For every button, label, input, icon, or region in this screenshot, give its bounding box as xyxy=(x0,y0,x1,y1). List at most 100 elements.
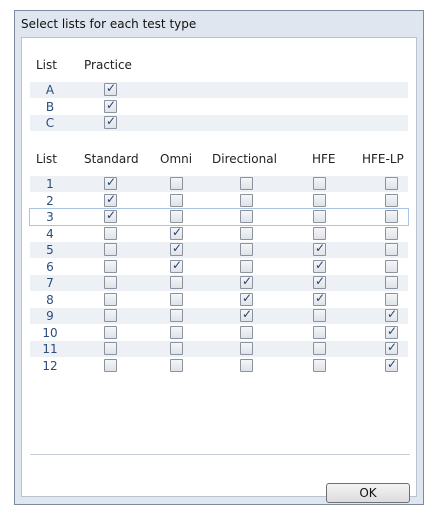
table-row[interactable]: 7 xyxy=(30,274,408,291)
tests-header-hfe-lp: HFE-LP xyxy=(362,152,404,166)
hfe-checkbox[interactable] xyxy=(313,258,326,273)
directional-checkbox[interactable] xyxy=(240,325,253,339)
omni-checkbox[interactable] xyxy=(170,177,183,190)
hfe-lp-checkbox[interactable] xyxy=(385,276,398,289)
hfe-checkbox[interactable] xyxy=(313,193,326,207)
hfe-checkbox[interactable] xyxy=(313,177,326,190)
table-row[interactable]: 3 xyxy=(29,208,409,226)
hfe-checkbox[interactable] xyxy=(313,358,326,372)
table-row[interactable]: 8 xyxy=(30,291,408,308)
omni-checkbox[interactable] xyxy=(170,210,183,223)
omni-checkbox[interactable] xyxy=(170,258,183,273)
practice-row: B xyxy=(30,98,408,115)
directional-checkbox[interactable] xyxy=(240,259,253,273)
list-number: 8 xyxy=(46,292,54,307)
omni-checkbox[interactable] xyxy=(170,292,183,306)
omni-checkbox[interactable] xyxy=(170,241,183,256)
hfe-lp-checkbox[interactable] xyxy=(385,243,398,256)
standard-checkbox[interactable] xyxy=(104,208,117,223)
directional-checkbox[interactable] xyxy=(240,210,253,223)
hfe-checkbox[interactable] xyxy=(313,325,326,339)
hfe-lp-checkbox[interactable] xyxy=(385,193,398,207)
omni-checkbox[interactable] xyxy=(170,309,183,322)
standard-checkbox[interactable] xyxy=(104,358,117,372)
hfe-lp-checkbox[interactable] xyxy=(385,292,398,306)
hfe-checkbox[interactable] xyxy=(313,210,326,223)
hfe-lp-checkbox[interactable] xyxy=(385,340,398,355)
directional-checkbox[interactable] xyxy=(240,342,253,355)
omni-checkbox[interactable] xyxy=(170,358,183,372)
hfe-checkbox[interactable] xyxy=(313,274,326,289)
hfe-lp-checkbox[interactable] xyxy=(385,210,398,223)
standard-checkbox[interactable] xyxy=(104,276,117,289)
list-number: 6 xyxy=(46,259,54,274)
practice-row-label: C xyxy=(45,116,55,130)
standard-checkbox[interactable] xyxy=(104,259,117,273)
hfe-checkbox[interactable] xyxy=(313,309,326,322)
practice-checkbox[interactable] xyxy=(104,81,117,96)
list-number: 5 xyxy=(46,243,54,257)
table-row[interactable]: 12 xyxy=(30,357,408,374)
standard-checkbox[interactable] xyxy=(104,226,117,240)
omni-checkbox[interactable] xyxy=(170,325,183,339)
table-row[interactable]: 9 xyxy=(30,307,408,324)
hfe-checkbox[interactable] xyxy=(313,291,326,306)
standard-checkbox[interactable] xyxy=(104,325,117,339)
practice-checkbox[interactable] xyxy=(104,114,117,129)
table-row[interactable]: 4 xyxy=(30,225,408,242)
separator-line xyxy=(30,454,410,455)
omni-checkbox[interactable] xyxy=(170,225,183,240)
tests-header-list: List xyxy=(36,152,57,166)
directional-checkbox[interactable] xyxy=(240,226,253,240)
directional-checkbox[interactable] xyxy=(240,193,253,207)
table-row[interactable]: 1 xyxy=(30,175,408,192)
practice-row-label: B xyxy=(45,99,55,114)
tests-header-directional: Directional xyxy=(212,152,277,166)
omni-checkbox[interactable] xyxy=(170,342,183,355)
hfe-checkbox[interactable] xyxy=(313,342,326,355)
hfe-lp-checkbox[interactable] xyxy=(385,357,398,372)
omni-checkbox[interactable] xyxy=(170,276,183,289)
standard-checkbox[interactable] xyxy=(104,192,117,207)
directional-checkbox[interactable] xyxy=(240,291,253,306)
list-number: 7 xyxy=(46,276,54,290)
directional-checkbox[interactable] xyxy=(240,177,253,190)
standard-checkbox[interactable] xyxy=(104,243,117,256)
directional-checkbox[interactable] xyxy=(240,274,253,289)
hfe-lp-checkbox[interactable] xyxy=(385,259,398,273)
table-row[interactable]: 6 xyxy=(30,258,408,275)
practice-row: C xyxy=(30,114,408,131)
standard-checkbox[interactable] xyxy=(104,309,117,322)
practice-header-list: List xyxy=(36,58,57,72)
list-number: 1 xyxy=(46,177,54,191)
table-row[interactable]: 5 xyxy=(30,241,408,258)
hfe-lp-checkbox[interactable] xyxy=(385,226,398,240)
standard-checkbox[interactable] xyxy=(104,175,117,190)
table-row[interactable]: 2 xyxy=(30,192,408,209)
hfe-lp-checkbox[interactable] xyxy=(385,324,398,339)
tests-header-omni: Omni xyxy=(160,152,193,166)
hfe-lp-checkbox[interactable] xyxy=(385,307,398,322)
table-row[interactable]: 10 xyxy=(30,324,408,341)
list-number: 9 xyxy=(46,309,54,323)
practice-checkbox[interactable] xyxy=(104,98,117,113)
list-number: 11 xyxy=(42,342,58,356)
list-number: 10 xyxy=(42,325,58,340)
directional-checkbox[interactable] xyxy=(240,358,253,372)
list-number: 4 xyxy=(46,226,54,241)
directional-checkbox[interactable] xyxy=(240,307,253,322)
list-number: 12 xyxy=(42,358,58,373)
ok-button[interactable]: OK xyxy=(326,483,410,503)
hfe-checkbox[interactable] xyxy=(313,241,326,256)
directional-checkbox[interactable] xyxy=(240,243,253,256)
hfe-checkbox[interactable] xyxy=(313,226,326,240)
hfe-lp-checkbox[interactable] xyxy=(385,177,398,190)
lists-panel: List Practice List Standard Omni Directi… xyxy=(21,37,417,503)
practice-header-practice: Practice xyxy=(84,58,132,72)
standard-checkbox[interactable] xyxy=(104,292,117,306)
standard-checkbox[interactable] xyxy=(104,342,117,355)
list-number: 2 xyxy=(46,193,54,208)
table-row[interactable]: 11 xyxy=(30,340,408,357)
omni-checkbox[interactable] xyxy=(170,193,183,207)
tests-header-hfe: HFE xyxy=(312,152,336,166)
